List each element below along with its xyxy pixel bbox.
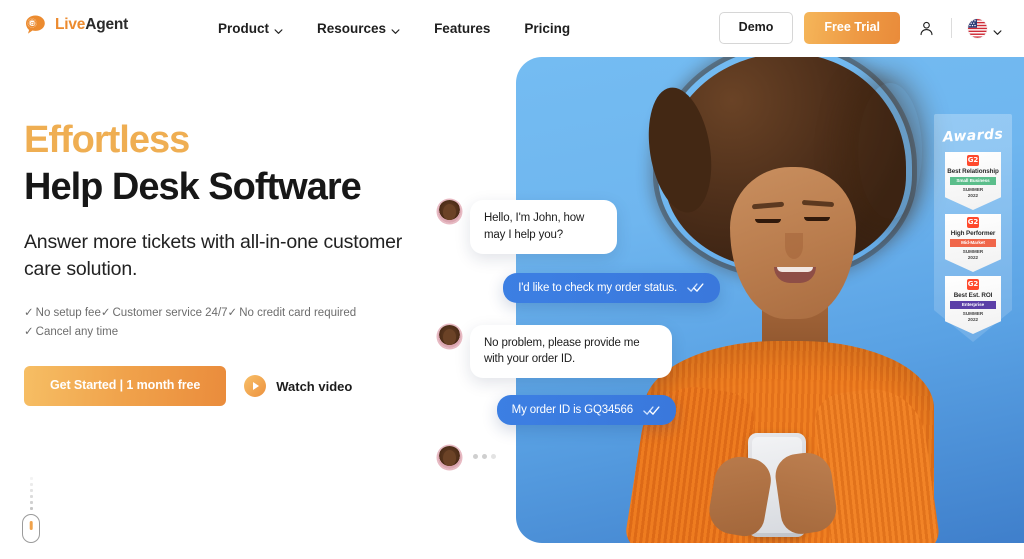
- agent-avatar: [438, 446, 461, 470]
- chevron-down-icon: [274, 24, 283, 34]
- scroll-dot-trail: [21, 477, 41, 510]
- top-navigation-bar: @ LiveAgent Product Resources Features P…: [0, 0, 1024, 56]
- chat-message-typing: [438, 446, 728, 470]
- watch-video-label: Watch video: [276, 378, 353, 394]
- chat-message-customer: I'd like to check my order status.: [438, 272, 728, 303]
- cta-row: Get Started | 1 month free Watch video: [24, 366, 474, 407]
- chat-bubble-text: I'd like to check my order status.: [518, 281, 677, 294]
- award-title: Best Relationship: [947, 168, 999, 175]
- g2-logo-icon: G2: [967, 217, 979, 228]
- watch-video-button[interactable]: Watch video: [244, 375, 353, 398]
- demo-button[interactable]: Demo: [718, 12, 794, 44]
- double-check-icon: [643, 405, 661, 416]
- agent-avatar: [438, 200, 461, 223]
- feature-label: No setup fee: [35, 307, 101, 320]
- nav-item-label: Resources: [317, 20, 387, 36]
- chat-message-customer: My order ID is GQ34566: [438, 395, 728, 426]
- agent-avatar: [438, 324, 461, 348]
- check-icon: ✓: [24, 307, 34, 320]
- check-icon: ✓: [100, 307, 111, 320]
- hero-subheadline: Answer more tickets with all-in-one cust…: [24, 230, 403, 280]
- feature-item: ✓ Cancel any time: [24, 326, 118, 338]
- check-icon: ✓: [24, 326, 34, 339]
- award-season: SUMMER 2022: [962, 248, 984, 260]
- award-title: Best Est. ROI: [953, 292, 993, 299]
- award-season: SUMMER 2022: [962, 186, 984, 198]
- feature-label: No credit card required: [239, 307, 357, 320]
- logo-agent-text: Agent: [85, 16, 129, 34]
- chevron-down-icon: [993, 24, 1002, 35]
- feature-item: ✓ No credit card required: [228, 307, 357, 319]
- get-started-button[interactable]: Get Started | 1 month free: [24, 366, 227, 407]
- chat-message-agent: No problem, please provide me with your …: [438, 324, 728, 379]
- nav-item-pricing[interactable]: Pricing: [507, 0, 587, 56]
- nav-item-label: Features: [434, 20, 491, 36]
- user-icon[interactable]: [918, 20, 935, 37]
- double-check-icon: [687, 282, 705, 293]
- nav-divider: [951, 18, 952, 38]
- chat-bubble-outgoing: I'd like to check my order status.: [503, 272, 720, 303]
- free-trial-button[interactable]: Free Trial: [804, 12, 900, 44]
- headline-main: Help Desk Software: [24, 165, 362, 208]
- hero-content: Effortless Help Desk Software Answer mor…: [24, 119, 474, 407]
- check-icon: ✓: [227, 307, 238, 320]
- award-category: Small Business: [950, 177, 996, 185]
- g2-logo-icon: G2: [967, 155, 979, 166]
- award-title: High Performer: [950, 230, 996, 237]
- logo-live-text: Live: [55, 16, 86, 34]
- landing-page: @ LiveAgent Product Resources Features P…: [0, 0, 1024, 559]
- nav-item-label: Pricing: [524, 20, 571, 36]
- award-category: Mid-Market: [950, 239, 996, 247]
- face: [730, 167, 856, 319]
- chevron-down-icon: [391, 24, 400, 34]
- feature-list: ✓ No setup fee✓ Customer service 24/7✓ No c…: [24, 304, 356, 342]
- mouse-outline: [22, 514, 40, 543]
- award-season: SUMMER 2022: [962, 310, 984, 322]
- scroll-down-mouse-icon[interactable]: [21, 477, 41, 543]
- language-selector[interactable]: [968, 18, 1002, 38]
- nav-item-label: Product: [218, 20, 270, 36]
- svg-text:@: @: [29, 20, 36, 28]
- logo-text: LiveAgent: [55, 17, 128, 33]
- feature-item: ✓ Customer service 24/7: [101, 307, 228, 319]
- feature-item: ✓ No setup fee: [24, 307, 101, 319]
- nav-item-resources[interactable]: Resources: [300, 0, 417, 56]
- chat-message-agent: Hello, I'm John, how may I help you?: [438, 200, 728, 254]
- chat-bubble-incoming: Hello, I'm John, how may I help you?: [470, 200, 617, 254]
- nav-links: Product Resources Features Pricing: [218, 0, 587, 56]
- feature-row: ✓ No setup fee✓ Customer service 24/7✓ No c…: [24, 304, 356, 323]
- chat-bubble-text: My order ID is GQ34566: [511, 404, 633, 417]
- logo[interactable]: @ LiveAgent: [24, 14, 128, 36]
- speech-bubble-at-icon: @: [24, 14, 48, 36]
- feature-label: Customer service 24/7: [112, 307, 228, 320]
- chat-bubble-outgoing: My order ID is GQ34566: [496, 395, 676, 426]
- nav-item-features[interactable]: Features: [417, 0, 507, 56]
- us-flag-icon: [968, 18, 987, 38]
- awards-ribbon: Awards G2 Best Relationship Small Busine…: [934, 114, 1012, 342]
- chat-preview: Hello, I'm John, how may I help you? I'd…: [438, 200, 728, 470]
- play-icon: [244, 375, 267, 398]
- award-category: Enterprise: [950, 301, 996, 309]
- feature-row: ✓ Cancel any time: [24, 323, 324, 342]
- typing-indicator: [461, 446, 496, 460]
- nav-actions: Demo Free Trial: [718, 0, 1002, 56]
- feature-label: Cancel any time: [35, 326, 119, 339]
- page-title: Effortless Help Desk Software: [24, 119, 474, 209]
- nav-item-product[interactable]: Product: [218, 0, 300, 56]
- chat-bubble-incoming: No problem, please provide me with your …: [470, 324, 672, 379]
- headline-accent: Effortless: [24, 119, 190, 161]
- g2-logo-icon: G2: [967, 279, 979, 290]
